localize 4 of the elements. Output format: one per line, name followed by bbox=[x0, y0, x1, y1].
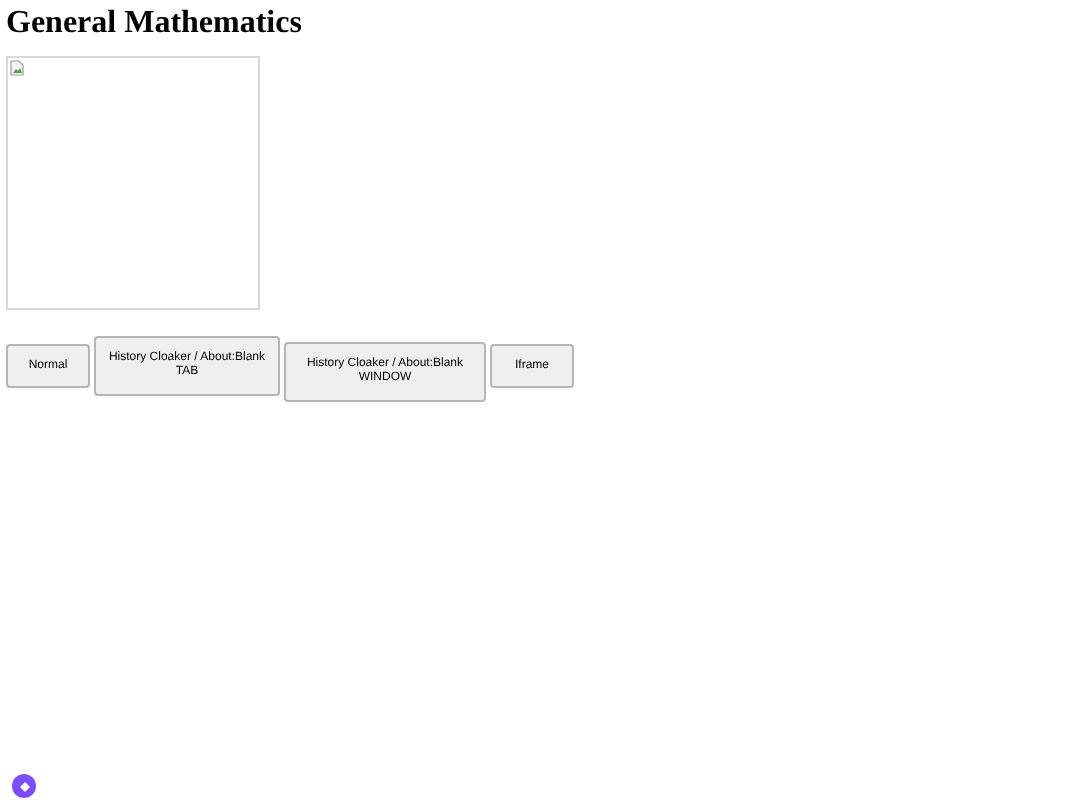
floating-action-button[interactable] bbox=[12, 774, 36, 798]
broken-image-icon bbox=[10, 60, 24, 76]
page-title: General Mathematics bbox=[6, 6, 302, 40]
diamond-icon bbox=[19, 781, 29, 791]
